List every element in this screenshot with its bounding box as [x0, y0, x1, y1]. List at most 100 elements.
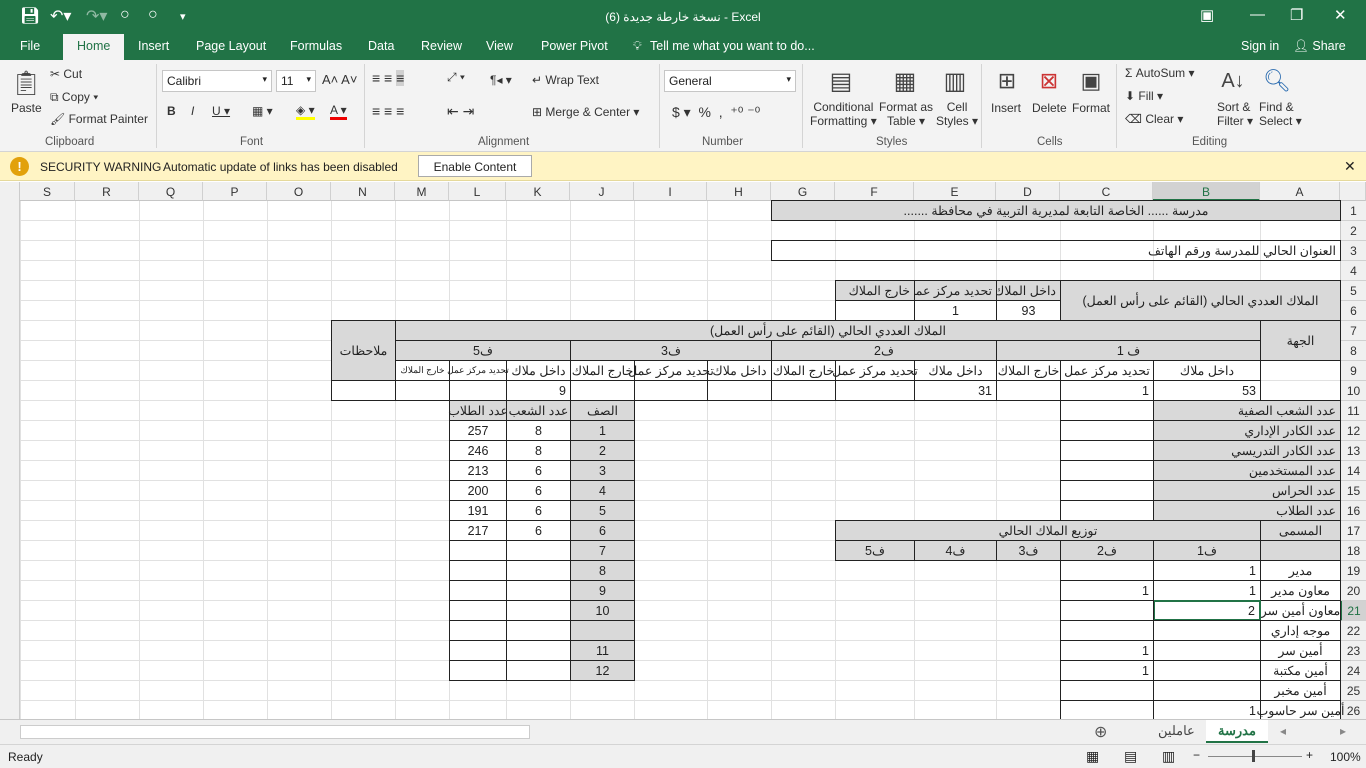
cell-K20[interactable]	[506, 580, 571, 601]
cell-D10[interactable]	[996, 380, 1061, 401]
cell-B24[interactable]	[1153, 660, 1261, 681]
row-header-8[interactable]: 8	[1340, 341, 1366, 361]
row-header-4[interactable]: 4	[1340, 261, 1366, 281]
cell-F18[interactable]: ف5	[835, 540, 915, 561]
row-header-12[interactable]: 12	[1340, 421, 1366, 441]
row-header-10[interactable]: 10	[1340, 381, 1366, 401]
cell-K21[interactable]	[506, 600, 571, 621]
zoom-in-icon[interactable]: +	[1306, 748, 1313, 762]
cell-C25[interactable]	[1060, 680, 1154, 701]
number-format-icons[interactable]: $ ▾ % , ⁺⁰ ⁻⁰	[672, 104, 760, 121]
cell-C15[interactable]	[1060, 480, 1154, 501]
cell-H10[interactable]	[707, 380, 772, 401]
cell-B8[interactable]: ف 1	[996, 340, 1261, 361]
share-button[interactable]: 👤︎ Share	[1293, 39, 1346, 54]
cell-B17[interactable]: توزيع الملاك الحالي	[835, 520, 1261, 541]
cell-A14[interactable]: عدد المستخدمين	[1153, 460, 1341, 481]
cell-B22[interactable]	[1153, 620, 1261, 641]
cell-J13[interactable]: 2	[570, 440, 635, 461]
sheet-tab-workers[interactable]: عاملين	[1146, 720, 1207, 743]
column-header-H[interactable]: H	[707, 182, 771, 201]
cell-A21[interactable]: معاون أمين سر	[1260, 600, 1341, 621]
find-select-icon[interactable]: 🔍︎	[1262, 66, 1292, 96]
cell-K10[interactable]: 9	[506, 380, 571, 401]
column-header-A[interactable]: A	[1260, 182, 1340, 201]
rtl-button[interactable]: ¶◂ ▾	[490, 73, 512, 87]
row-header-19[interactable]: 19	[1340, 561, 1366, 581]
cell-A15[interactable]: عدد الحراس	[1153, 480, 1341, 501]
tab-power-pivot[interactable]: Power Pivot	[541, 39, 608, 53]
fill-button[interactable]: ⬇ Fill ▾	[1125, 89, 1163, 103]
conditional-formatting-button[interactable]: Conditional Formatting ▾	[810, 100, 877, 128]
font-size-select[interactable]: 11 ▾	[276, 70, 316, 92]
cell-A23[interactable]: أمين سر	[1260, 640, 1341, 661]
tab-formulas[interactable]: Formulas	[290, 39, 342, 53]
row-header-18[interactable]: 18	[1340, 541, 1366, 561]
cell-L10[interactable]	[449, 380, 507, 401]
cell-K22[interactable]	[506, 620, 571, 641]
sort-filter-button[interactable]: Sort & Filter ▾	[1217, 100, 1253, 128]
cell-L12[interactable]: 257	[449, 420, 507, 441]
cell-J22[interactable]	[570, 620, 635, 641]
column-header-K[interactable]: K	[506, 182, 570, 201]
cell-K11[interactable]: عدد الشعب	[506, 400, 571, 421]
cell-B9[interactable]: داخل ملاك	[1153, 360, 1261, 381]
tab-review[interactable]: Review	[421, 39, 462, 53]
cell-K13[interactable]: 8	[506, 440, 571, 461]
orientation-button[interactable]: ⤢ ▾	[447, 70, 465, 85]
sort-filter-icon[interactable]: A↓	[1218, 66, 1248, 96]
font-grow-shrink-icons[interactable]: A˄ A˅	[322, 72, 357, 87]
minimize-icon[interactable]: —	[1250, 6, 1265, 23]
cell-C23[interactable]: 1	[1060, 640, 1154, 661]
cell-A13[interactable]: عدد الكادر التدريسي	[1153, 440, 1341, 461]
cell-L17[interactable]: 217	[449, 520, 507, 541]
cell-K18[interactable]	[506, 540, 571, 561]
cell-J23[interactable]: 11	[570, 640, 635, 661]
cell-A25[interactable]: أمين مخبر	[1260, 680, 1341, 701]
cell-A19[interactable]: مدير	[1260, 560, 1341, 581]
tab-page-layout[interactable]: Page Layout	[196, 39, 266, 53]
cell-M10[interactable]	[395, 380, 450, 401]
cell-F10[interactable]	[835, 380, 915, 401]
find-select-button[interactable]: Find & Select ▾	[1259, 100, 1302, 128]
cell-I10[interactable]	[634, 380, 708, 401]
sign-in-link[interactable]: Sign in	[1241, 39, 1279, 53]
cell-G9[interactable]: خارج الملاك	[771, 360, 836, 381]
cell-C11[interactable]	[1060, 400, 1154, 421]
column-header-Q[interactable]: Q	[139, 182, 203, 201]
cell-A3[interactable]: العنوان الحالي للمدرسة ورقم الهاتف	[771, 240, 1341, 261]
cell-L24[interactable]	[449, 660, 507, 681]
column-header-G[interactable]: G	[771, 182, 835, 201]
restore-icon[interactable]: ❐	[1290, 6, 1303, 24]
column-header-D[interactable]: D	[996, 182, 1060, 201]
cell-J24[interactable]: 12	[570, 660, 635, 681]
row-header-5[interactable]: 5	[1340, 281, 1366, 301]
cell-J11[interactable]: الصف	[570, 400, 635, 421]
cell-A7[interactable]: الجهة	[1260, 320, 1341, 361]
cell-H9[interactable]: داخل ملاك	[707, 360, 772, 381]
italic-button[interactable]: I	[191, 104, 194, 118]
cell-K24[interactable]	[506, 660, 571, 681]
cell-J20[interactable]: 9	[570, 580, 635, 601]
zoom-level[interactable]: 100%	[1330, 750, 1361, 764]
worksheet-grid[interactable]: A B C D E F G H I J K L M N O P Q R S 1 2 3 4 5 6 7 8 9 10 11 12 13 14 15…	[0, 182, 1366, 719]
cell-J19[interactable]: 8	[570, 560, 635, 581]
cell-E6[interactable]: 1	[914, 300, 997, 321]
font-color-button[interactable]: A ▾	[330, 103, 347, 120]
row-header-24[interactable]: 24	[1340, 661, 1366, 681]
zoom-out-icon[interactable]: −	[1193, 748, 1200, 762]
cell-H8[interactable]: ف3	[570, 340, 772, 361]
conditional-formatting-icon[interactable]: ▤	[826, 66, 856, 96]
wrap-text-button[interactable]: ↵ Wrap Text	[532, 73, 599, 87]
cell-K8[interactable]: ف5	[395, 340, 571, 361]
cell-E9[interactable]: داخل ملاك	[914, 360, 997, 381]
copy-button[interactable]: ⧉ Copy ▾	[50, 90, 98, 105]
cell-styles-icon[interactable]: ▥	[940, 66, 970, 96]
clear-button[interactable]: ⌫ Clear ▾	[1125, 112, 1183, 126]
cell-J17[interactable]: 6	[570, 520, 635, 541]
cell-L16[interactable]: 191	[449, 500, 507, 521]
cell-C19[interactable]	[1060, 560, 1154, 581]
row-header-9[interactable]: 9	[1340, 361, 1366, 381]
cell-K17[interactable]: 6	[506, 520, 571, 541]
cell-D9[interactable]: خارج الملاك	[996, 360, 1061, 381]
